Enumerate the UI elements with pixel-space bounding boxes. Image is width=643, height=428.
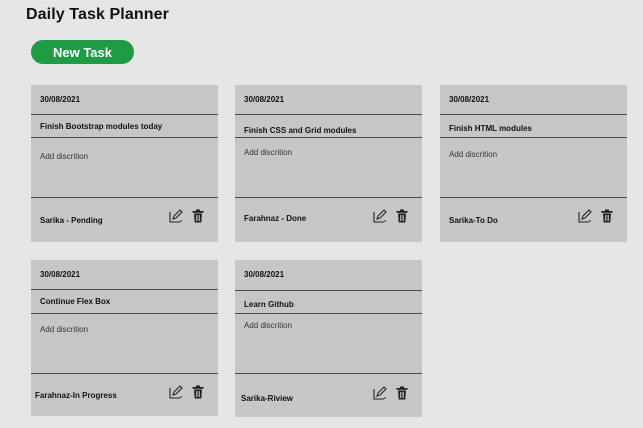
divider [235, 137, 422, 138]
task-card: 30/08/2021 Learn Github Add discrition S… [235, 260, 422, 417]
divider [31, 197, 218, 198]
task-title[interactable]: Finish CSS and Grid modules [244, 126, 356, 135]
edit-icon[interactable] [169, 209, 183, 223]
divider [440, 197, 627, 198]
trash-icon[interactable] [191, 385, 205, 399]
edit-icon[interactable] [169, 385, 183, 399]
divider [235, 114, 422, 115]
task-card: 30/08/2021 Finish CSS and Grid modules A… [235, 85, 422, 242]
task-date: 30/08/2021 [244, 270, 285, 279]
divider [31, 137, 218, 138]
task-date: 30/08/2021 [449, 95, 490, 104]
task-description[interactable]: Add discrition [449, 150, 497, 159]
task-description[interactable]: Add discrition [244, 321, 292, 330]
task-status: Sarika - Pending [40, 216, 103, 225]
task-title[interactable]: Learn Github [244, 300, 294, 309]
task-title[interactable]: Finish Bootstrap modules today [40, 122, 162, 131]
divider [235, 197, 422, 198]
divider [235, 290, 422, 291]
edit-icon[interactable] [373, 386, 387, 400]
task-status: Sarika-Riview [241, 394, 294, 403]
divider [440, 114, 627, 115]
task-status: Sarika-To Do [449, 216, 498, 225]
task-status: Farahnaz - Done [244, 214, 307, 223]
divider [31, 114, 218, 115]
edit-icon[interactable] [578, 209, 592, 223]
task-description[interactable]: Add discrition [40, 152, 88, 161]
page-title: Daily Task Planner [26, 6, 169, 23]
task-date: 30/08/2021 [40, 270, 81, 279]
divider [31, 373, 218, 374]
task-description[interactable]: Add discrition [244, 148, 292, 157]
trash-icon[interactable] [395, 209, 409, 223]
trash-icon[interactable] [600, 209, 614, 223]
task-date: 30/08/2021 [40, 95, 81, 104]
task-description[interactable]: Add discrition [40, 325, 88, 334]
task-title[interactable]: Continue Flex Box [40, 297, 110, 306]
new-task-button[interactable]: New Task [31, 40, 134, 64]
task-title[interactable]: Finish HTML modules [449, 124, 532, 133]
divider [31, 289, 218, 290]
divider [31, 313, 218, 314]
edit-icon[interactable] [373, 209, 387, 223]
divider [235, 313, 422, 314]
task-card: 30/08/2021 Finish HTML modules Add discr… [440, 85, 627, 242]
task-date: 30/08/2021 [244, 95, 285, 104]
trash-icon[interactable] [191, 209, 205, 223]
task-card: 30/08/2021 Continue Flex Box Add discrit… [31, 260, 218, 416]
divider [440, 137, 627, 138]
task-card: 30/08/2021 Finish Bootstrap modules toda… [31, 85, 218, 242]
trash-icon[interactable] [395, 386, 409, 400]
divider [235, 373, 422, 374]
task-status: Farahnaz-In Progress [35, 391, 117, 400]
